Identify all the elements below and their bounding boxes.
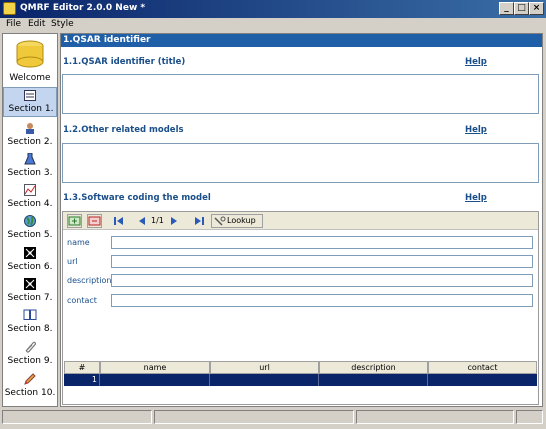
section-header: 1.QSAR identifier (61, 34, 542, 47)
last-record-icon[interactable] (194, 216, 204, 226)
table-cell (210, 374, 319, 386)
book-icon (23, 309, 37, 320)
record-toolbar: 1/1 Lookup (63, 212, 538, 230)
nav-section-9[interactable]: Section 9. (3, 339, 57, 369)
previous-record-icon[interactable] (138, 216, 146, 226)
url-field[interactable] (111, 255, 533, 268)
paperclip-icon (25, 341, 36, 353)
nav-section-3[interactable]: Section 3. (3, 151, 57, 181)
chart-icon (24, 184, 36, 196)
app-icon (3, 2, 16, 15)
minimize-button[interactable]: _ (499, 2, 514, 15)
menu-bar: File Edit Style (0, 18, 546, 33)
molecule-icon (24, 247, 36, 259)
nav-label: Section 9. (7, 356, 53, 366)
add-record-button[interactable] (67, 214, 82, 228)
column-header[interactable]: contact (428, 361, 537, 374)
lookup-button[interactable]: Lookup (211, 214, 263, 228)
table-cell (100, 374, 210, 386)
nav-welcome[interactable]: Welcome (3, 36, 57, 86)
nav-section-8[interactable]: Section 8. (3, 307, 57, 337)
table-row[interactable]: 1 (64, 374, 537, 386)
nav-label: Section 10. (4, 388, 56, 398)
nav-label: Section 8. (7, 324, 53, 334)
status-pane-3 (356, 410, 514, 424)
next-record-icon[interactable] (170, 216, 178, 226)
related-models-heading: 1.2.Other related models (63, 125, 184, 135)
help-link[interactable]: Help (465, 125, 487, 135)
menu-edit[interactable]: Edit (28, 19, 45, 29)
nav-section-7[interactable]: Section 7. (3, 276, 57, 306)
delete-record-button[interactable] (87, 214, 102, 228)
table-cell (428, 374, 537, 386)
column-header[interactable]: description (319, 361, 428, 374)
help-link[interactable]: Help (465, 193, 487, 203)
nav-section-6[interactable]: Section 6. (3, 245, 57, 275)
pencil-icon (24, 373, 36, 385)
description-label: description (67, 276, 112, 285)
globe-icon (24, 215, 36, 227)
software-heading: 1.3.Software coding the model (63, 193, 211, 203)
name-field[interactable] (111, 236, 533, 249)
nav-label: Welcome (9, 73, 51, 83)
add-record-icon (68, 216, 81, 226)
status-pane-1 (2, 410, 152, 424)
document-icon (24, 90, 36, 101)
nav-label: Section 6. (7, 262, 53, 272)
qsar-title-heading: 1.1.QSAR identifier (title) (63, 57, 186, 67)
row-index: 1 (64, 374, 100, 386)
lookup-label: Lookup (227, 216, 256, 225)
column-header[interactable]: url (210, 361, 319, 374)
molecule-icon (24, 278, 36, 290)
help-link[interactable]: Help (465, 57, 487, 67)
database-icon (16, 40, 44, 68)
nav-section-10[interactable]: Section 10. (3, 371, 57, 401)
menu-file[interactable]: File (6, 19, 21, 29)
menu-style[interactable]: Style (51, 19, 74, 29)
person-icon (26, 123, 34, 134)
title-bar: QMRF Editor 2.0.0 New * _ □ × (0, 0, 546, 18)
nav-label: Section 3. (7, 168, 53, 178)
description-field[interactable] (111, 274, 533, 287)
window-title: QMRF Editor 2.0.0 New * (20, 3, 146, 13)
url-label: url (67, 257, 78, 266)
close-button[interactable]: × (529, 2, 544, 15)
related-models-field[interactable] (62, 143, 539, 183)
nav-section-4[interactable]: Section 4. (3, 182, 57, 212)
name-label: name (67, 238, 90, 247)
section-navigator: Welcome Section 1. Section 2. Section 3.… (2, 33, 58, 407)
maximize-button[interactable]: □ (514, 2, 529, 15)
status-pane-2 (154, 410, 354, 424)
nav-label: Section 5. (7, 230, 53, 240)
nav-section-5[interactable]: Section 5. (3, 213, 57, 243)
nav-label: Section 2. (7, 137, 53, 147)
contact-label: contact (67, 296, 97, 305)
nav-section-2[interactable]: Section 2. (3, 120, 57, 150)
software-panel: 1/1 Lookup name url description contact … (62, 211, 539, 405)
column-header[interactable]: # (64, 361, 100, 374)
nav-label: Section 1. (8, 104, 54, 114)
nav-label: Section 4. (7, 199, 53, 209)
flask-icon (24, 153, 36, 165)
nav-section-1[interactable]: Section 1. (3, 87, 57, 117)
lookup-icon (214, 216, 226, 226)
nav-label: Section 7. (7, 293, 53, 303)
first-record-icon[interactable] (114, 216, 124, 226)
record-pager: 1/1 (151, 216, 164, 225)
section-panel: 1.QSAR identifier 1.1.QSAR identifier (t… (60, 33, 543, 407)
status-pane-4 (516, 410, 543, 424)
column-header[interactable]: name (100, 361, 210, 374)
contact-field[interactable] (111, 294, 533, 307)
qsar-title-field[interactable] (62, 74, 539, 114)
table-cell (319, 374, 428, 386)
delete-record-icon (88, 216, 101, 226)
